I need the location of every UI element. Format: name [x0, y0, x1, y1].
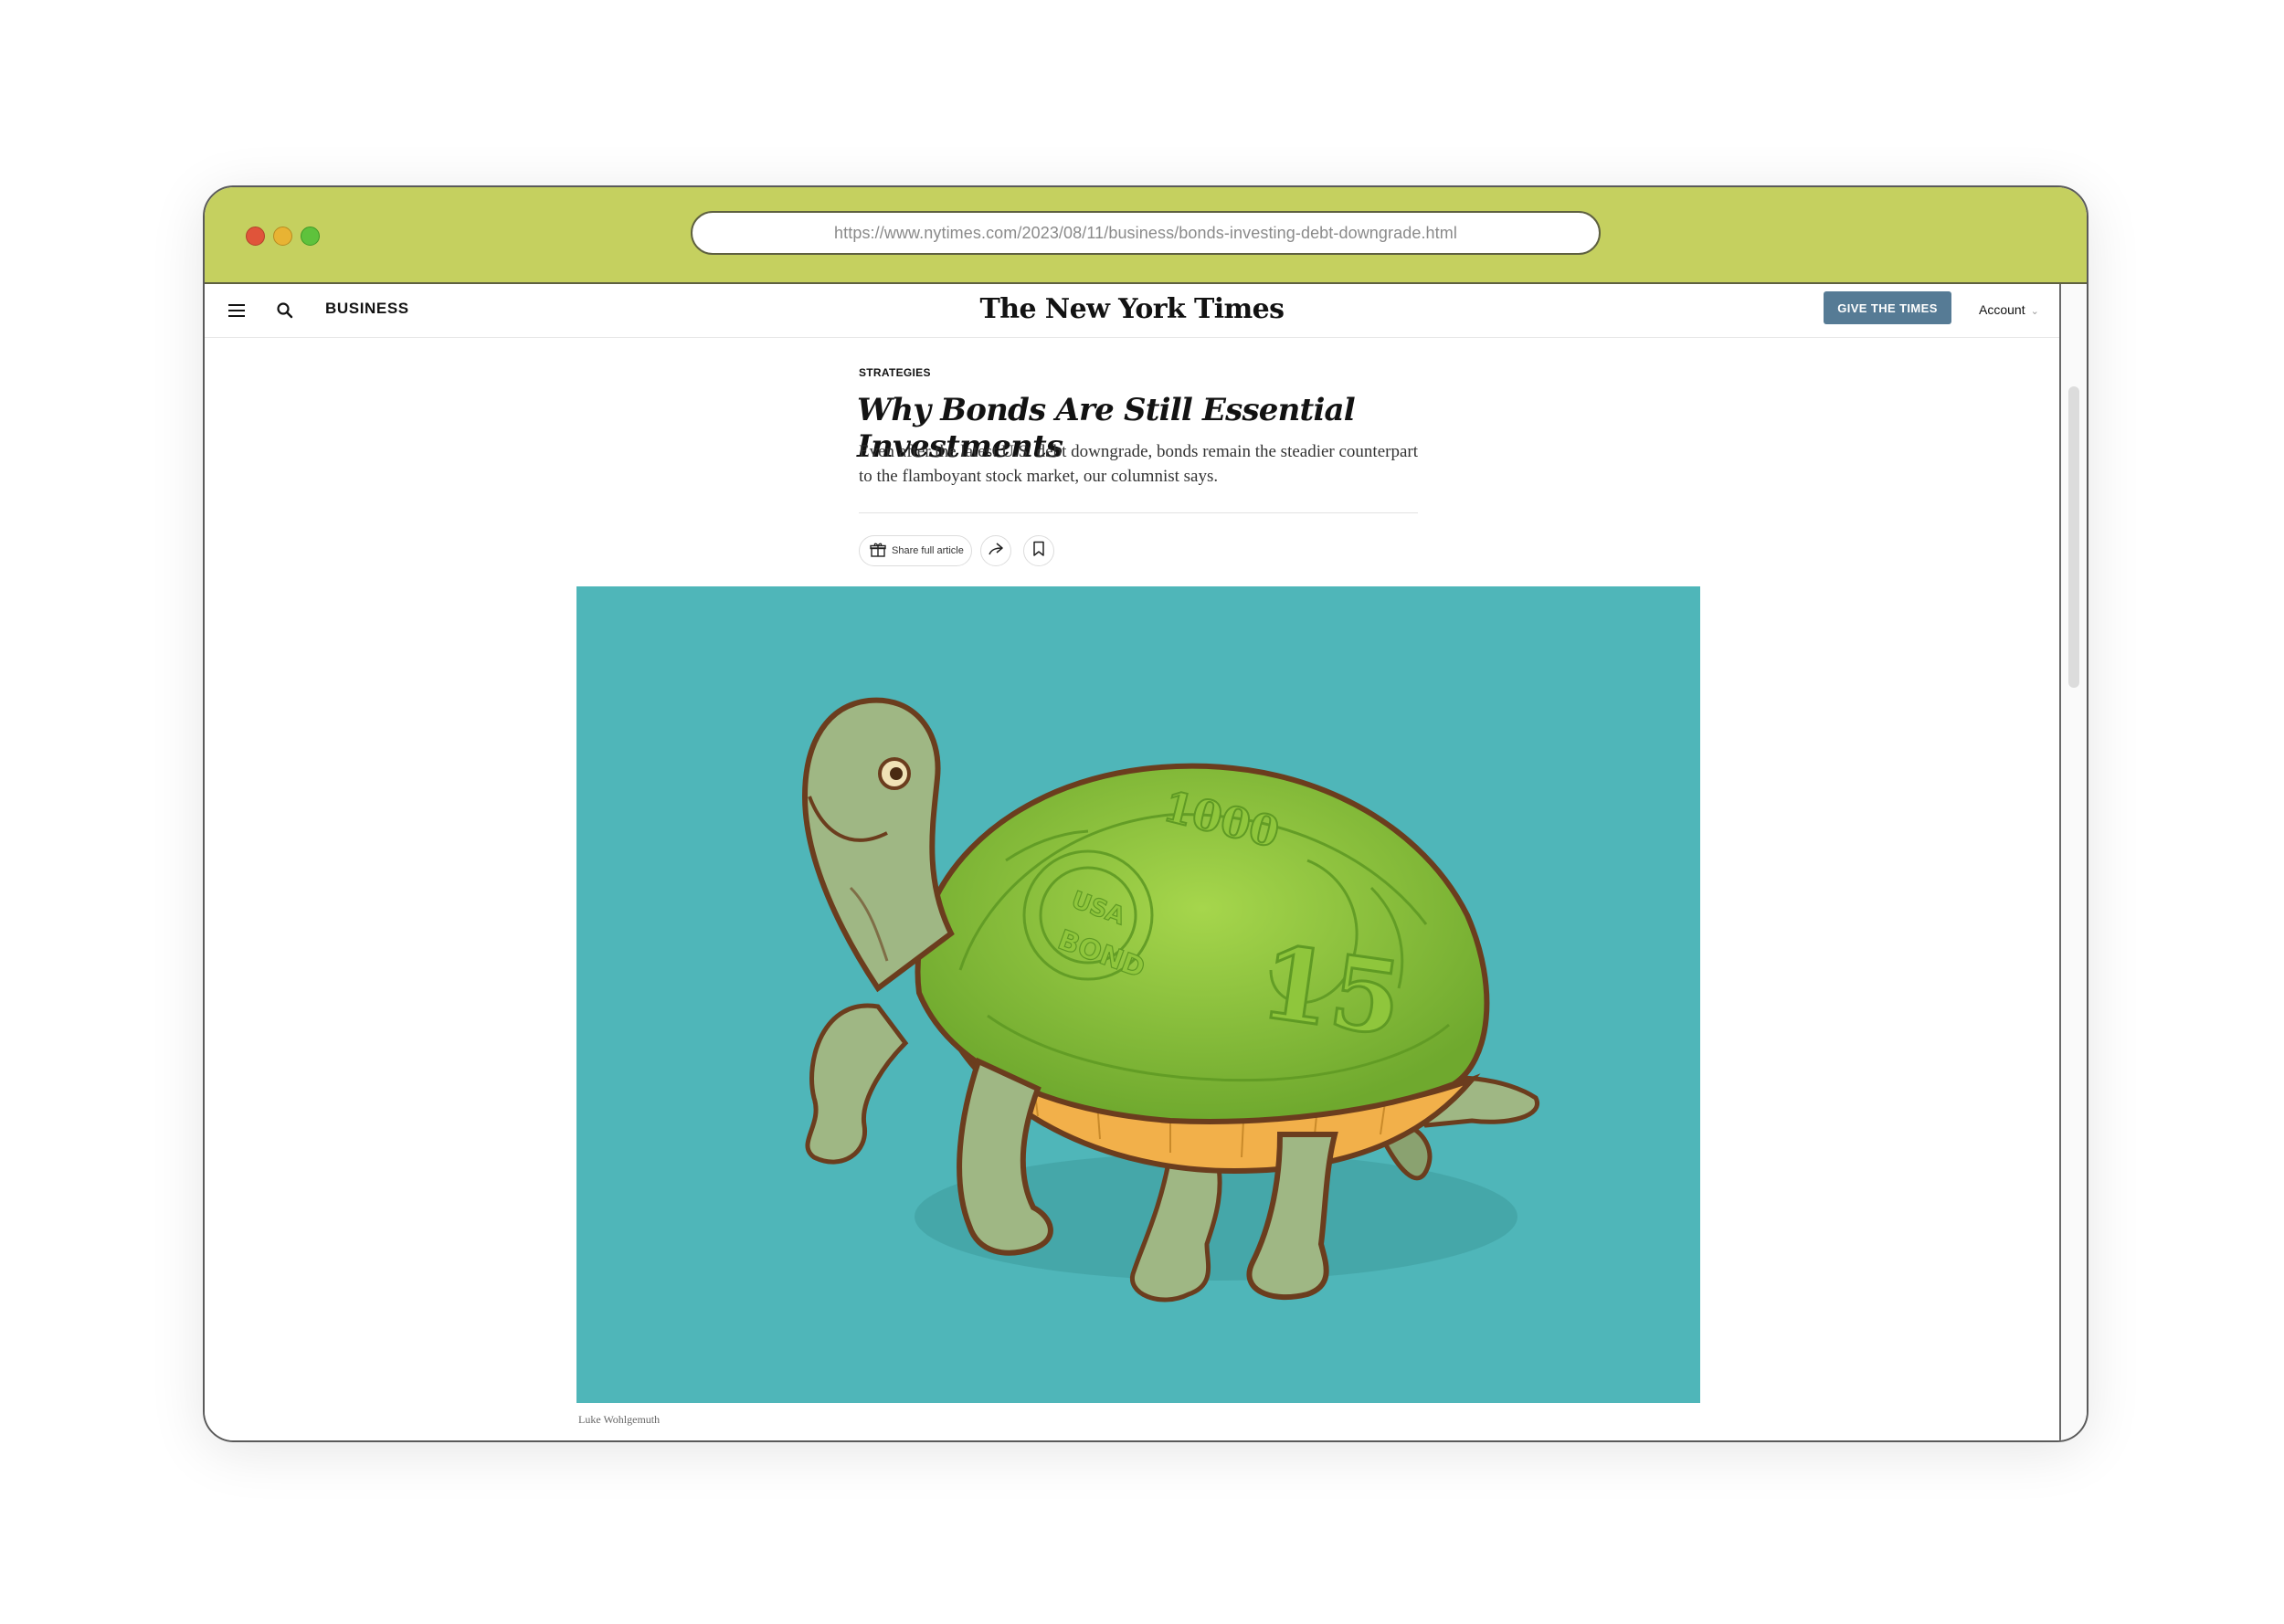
site-logo[interactable]: The New York Times — [205, 293, 2059, 325]
gift-icon — [870, 542, 886, 561]
close-window-button[interactable] — [246, 227, 265, 246]
page-content: BUSINESS The New York Times GIVE THE TIM… — [205, 284, 2059, 1440]
address-bar[interactable]: https://www.nytimes.com/2023/08/11/busin… — [691, 211, 1601, 255]
shell-number: 15 — [1253, 923, 1409, 1059]
bookmark-icon — [1032, 541, 1045, 562]
url-text: https://www.nytimes.com/2023/08/11/busin… — [834, 223, 1457, 242]
minimize-window-button[interactable] — [273, 227, 292, 246]
share-full-article-label: Share full article — [892, 545, 964, 556]
share-full-article-button[interactable]: Share full article — [859, 535, 972, 566]
article-hero-image: 1000 USA BOND 15 — [576, 586, 1700, 1403]
scrollbar[interactable] — [2059, 284, 2087, 1440]
article-summary: Even after the latest U.S. debt downgrad… — [859, 442, 1419, 486]
bookmark-button[interactable] — [1023, 535, 1054, 566]
scrollbar-thumb[interactable] — [2068, 386, 2079, 688]
divider — [859, 512, 1418, 513]
site-header: BUSINESS The New York Times GIVE THE TIM… — [205, 284, 2059, 338]
give-the-times-button[interactable]: GIVE THE TIMES — [1824, 291, 1951, 324]
article-kicker[interactable]: STRATEGIES — [859, 366, 931, 379]
chevron-down-icon: ⌄ — [2030, 306, 2039, 317]
browser-window: https://www.nytimes.com/2023/08/11/busin… — [203, 185, 2088, 1442]
account-menu[interactable]: Account ⌄ — [1979, 302, 2039, 317]
account-label: Account — [1979, 302, 2025, 317]
share-button[interactable] — [980, 535, 1011, 566]
maximize-window-button[interactable] — [301, 227, 320, 246]
image-credit: Luke Wohlgemuth — [578, 1413, 661, 1426]
browser-titlebar: https://www.nytimes.com/2023/08/11/busin… — [205, 187, 2087, 284]
turtle-bond-illustration: 1000 USA BOND 15 — [576, 586, 1700, 1403]
share-arrow-icon — [988, 542, 1004, 561]
